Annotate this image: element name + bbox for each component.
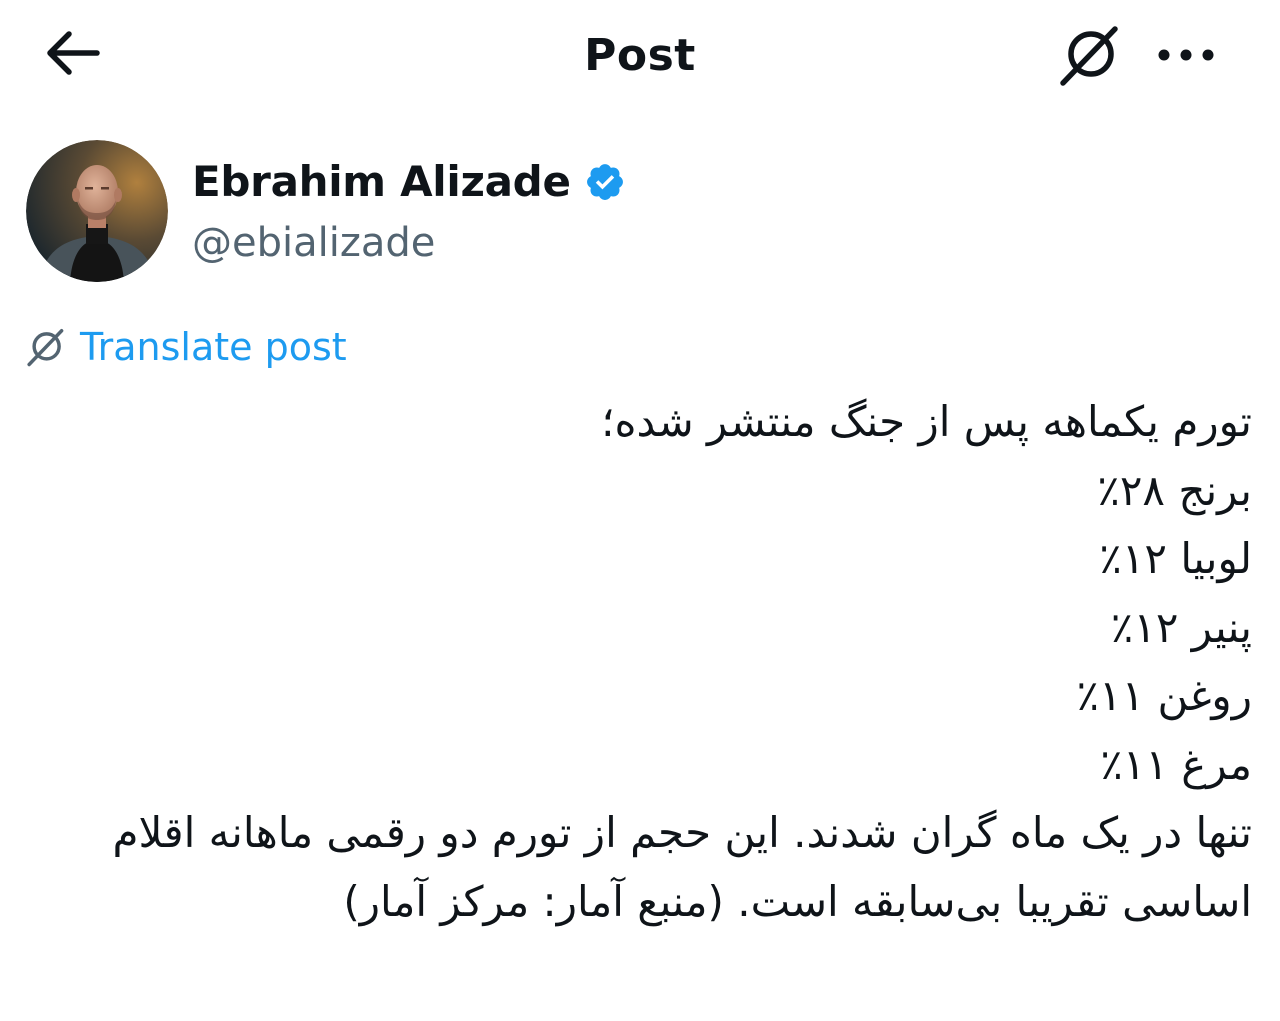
post-line: تورم یکماهه پس از جنگ منتشر شده؛ <box>601 397 1252 446</box>
post-line: لوبیا ۱۲٪ <box>1099 534 1252 583</box>
display-name-row: Ebrahim Alizade <box>192 154 627 210</box>
translate-post-label: Translate post <box>80 325 347 369</box>
display-name[interactable]: Ebrahim Alizade <box>192 154 571 210</box>
post-line: برنج ۲۸٪ <box>1097 465 1252 515</box>
ellipsis-icon <box>1156 47 1216 66</box>
verified-badge-icon[interactable] <box>583 160 627 204</box>
post-author: Ebrahim Alizade @ebializade <box>26 140 826 285</box>
post-line: روغن ۱۱٪ <box>1076 671 1252 720</box>
more-options-button[interactable] <box>1148 26 1224 86</box>
post-line: پنیر ۱۲٪ <box>1110 602 1252 652</box>
top-bar: Post <box>0 0 1280 110</box>
grok-icon <box>24 325 68 369</box>
post-paragraph: تنها در یک ماه گران شدند. این حجم از تور… <box>112 808 1252 926</box>
user-handle[interactable]: @ebializade <box>192 216 435 270</box>
post-line: مرغ ۱۱٪ <box>1100 739 1252 789</box>
grok-button[interactable] <box>1052 22 1128 92</box>
grok-icon <box>1057 23 1123 91</box>
avatar[interactable] <box>26 140 168 282</box>
post-text: تورم یکماهه پس از جنگ منتشر شده؛ برنج ۲۸… <box>40 388 1252 936</box>
translate-post-link[interactable]: Translate post <box>24 320 347 374</box>
